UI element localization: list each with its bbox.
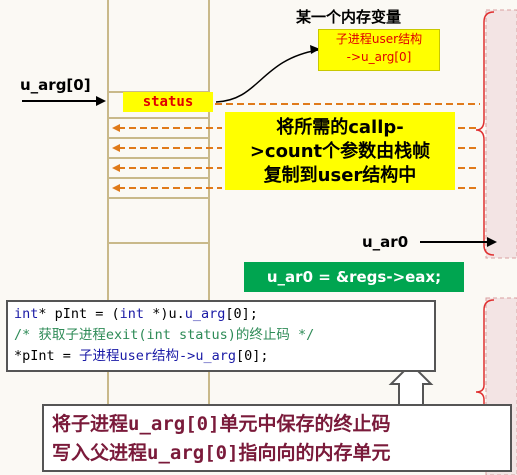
copy-params-callout: 将所需的callp- >count个参数由栈帧 复制到user结构中 bbox=[225, 112, 455, 190]
dash-arrowhead bbox=[112, 124, 120, 132]
u-arg0-label: u_arg[0] bbox=[20, 76, 91, 94]
code-var: u_arg bbox=[195, 348, 236, 364]
explanation-mono: u_arg[0] bbox=[147, 442, 239, 464]
explanation-text: 单元中保存的终止码 bbox=[219, 413, 391, 435]
code-text: [0]; bbox=[225, 306, 258, 322]
code-var: u_arg bbox=[184, 306, 226, 322]
dash-arrowhead bbox=[112, 144, 120, 152]
code-cn-text: 子进程user结构-> bbox=[79, 348, 196, 364]
explanation-text: 将子进程 bbox=[52, 413, 129, 435]
callout-mid-line1: 将所需的callp- bbox=[276, 117, 404, 138]
dash-arrowhead bbox=[112, 184, 120, 192]
callout-top-line2: ->u_arg[0] bbox=[346, 50, 412, 64]
dash-arrowhead bbox=[112, 164, 120, 172]
code-line-3: *pInt = 子进程user结构->u_arg[0]; bbox=[14, 346, 428, 367]
code-block: int* pInt = (int *)u.u_arg[0]; /* 获取子进程e… bbox=[6, 300, 436, 372]
variable-title: 某一个内存变量 bbox=[296, 8, 402, 26]
callout-mid-line3: 复制到user结构中 bbox=[263, 165, 417, 186]
child-user-struct-callout: 子进程user结构 ->u_arg[0] bbox=[318, 29, 440, 71]
explanation-mono: u_arg[0] bbox=[128, 413, 220, 435]
u-ar0-label: u_ar0 bbox=[362, 233, 409, 251]
explanation-line-1: 将子进程u_arg[0]单元中保存的终止码 bbox=[52, 410, 502, 439]
explanation-line-2: 写入父进程u_arg[0]指向向的内存单元 bbox=[52, 439, 502, 468]
code-line-2-comment: /* 获取子进程exit(int status)的终止码 */ bbox=[14, 327, 315, 343]
callout-top-line1: 子进程user结构 bbox=[335, 32, 423, 46]
explanation-text: 写入父进程 bbox=[52, 442, 148, 464]
code-text: * pInt = ( bbox=[38, 306, 120, 322]
u-ar0-assignment: u_ar0 = &regs->eax; bbox=[244, 262, 464, 292]
explanation-text: 指向向的内存单元 bbox=[238, 442, 391, 464]
status-cell: status bbox=[123, 92, 213, 112]
status-to-variable-arrow bbox=[215, 49, 319, 103]
right-panel-top bbox=[485, 9, 517, 259]
code-keyword: int bbox=[14, 306, 39, 322]
u-arg0-arrowhead bbox=[96, 96, 106, 106]
explanation-box: 将子进程u_arg[0]单元中保存的终止码 写入父进程u_arg[0]指向向的内… bbox=[42, 404, 512, 472]
code-text: *pInt = bbox=[14, 348, 80, 364]
code-line-1: int* pInt = (int *)u.u_arg[0]; bbox=[14, 304, 428, 325]
code-text: *)u. bbox=[144, 306, 185, 322]
code-keyword: int bbox=[119, 306, 145, 322]
code-text: [0]; bbox=[235, 348, 269, 364]
callout-mid-line2: >count个参数由栈帧 bbox=[249, 141, 431, 162]
